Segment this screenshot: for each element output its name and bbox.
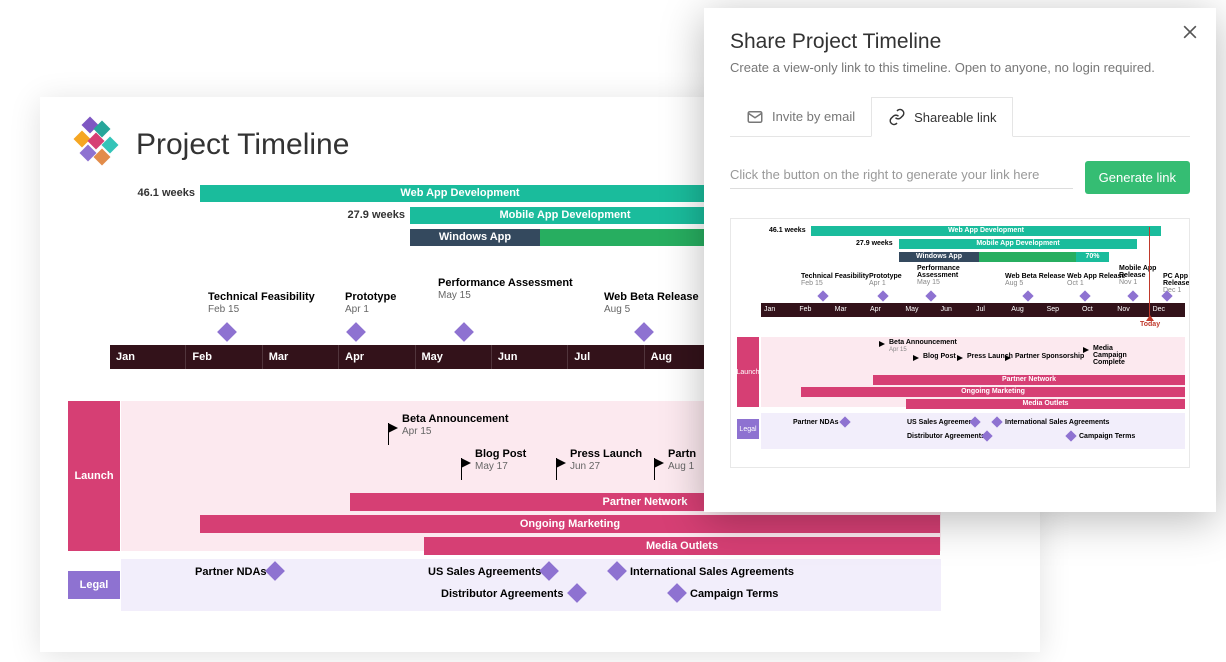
flag-press-launch[interactable]: Press LaunchJun 27 — [570, 448, 642, 472]
bar-windows-label[interactable]: Windows App Development — [410, 229, 540, 246]
legal-intl-sales[interactable]: International Sales Agreements — [630, 566, 794, 578]
legal-partner-ndas[interactable]: Partner NDAs — [195, 566, 267, 578]
diamond-icon[interactable] — [346, 322, 366, 342]
bar-mobile[interactable]: Mobile App Development — [410, 207, 720, 224]
preview-bar-web: Web App Development — [811, 226, 1161, 236]
diamond-icon[interactable] — [217, 322, 237, 342]
preview-flag-1: Beta Announcement — [889, 339, 957, 346]
lane-launch[interactable]: Launch — [68, 401, 120, 551]
preview-strip-3: Media Outlets — [906, 399, 1185, 409]
milestone-technical: Technical FeasibilityFeb 15 — [208, 291, 358, 315]
link-row: Click the button on the right to generat… — [730, 161, 1190, 194]
preview-lane-launch: Launch — [737, 337, 759, 407]
month-axis: JanFebMarAprMayJunJulAug — [110, 345, 720, 369]
link-icon — [888, 108, 906, 126]
mail-icon — [746, 108, 764, 126]
legal-distributor[interactable]: Distributor Agreements — [441, 588, 563, 600]
lane-legal[interactable]: Legal — [68, 571, 120, 599]
preview-legal-3: International Sales Agreements — [1005, 419, 1109, 426]
preview-dur-mobile: 27.9 weeks — [856, 240, 893, 247]
preview-axis: JanFebMarAprMayJunJulAugSepOctNovDec — [761, 303, 1185, 317]
preview-legal-4: Distributor Agreements — [907, 433, 985, 440]
flag-partner-sponsor[interactable]: PartnAug 1 — [668, 448, 696, 472]
modal-tabs: Invite by email Shareable link — [730, 97, 1190, 137]
close-button[interactable] — [1180, 22, 1200, 47]
preview-dur-web: 46.1 weeks — [769, 227, 806, 234]
preview-bar-winpct: 70% — [1076, 252, 1109, 262]
preview-legal-1: Partner NDAs — [793, 419, 839, 426]
strip-media-outlets[interactable]: Media Outlets — [424, 537, 940, 555]
preview-today-label: Today — [1140, 321, 1160, 328]
duration-mobile: 27.9 weeks — [345, 209, 405, 221]
preview-mile-3: Performance AssessmentMay 15 — [917, 265, 967, 286]
link-placeholder: Click the button on the right to generat… — [730, 167, 1073, 189]
share-modal: Share Project Timeline Create a view-onl… — [704, 8, 1216, 512]
modal-title: Share Project Timeline — [730, 30, 1190, 54]
preview-flag-5: Media Campaign Complete — [1093, 345, 1148, 366]
duration-web: 46.1 weeks — [135, 187, 195, 199]
preview-legal-2: US Sales Agreements — [907, 419, 979, 426]
preview-today-line — [1149, 227, 1150, 317]
preview-mile-5: Web App ReleaseOct 1 — [1067, 273, 1125, 287]
logo-icon — [70, 119, 122, 171]
preview-strip-1: Partner Network — [873, 375, 1185, 385]
preview-legal-5: Campaign Terms — [1079, 433, 1135, 440]
tab-shareable-link[interactable]: Shareable link — [871, 97, 1013, 137]
preview-bar-windows: Windows App Development — [899, 252, 979, 262]
preview-lane-legal: Legal — [737, 419, 759, 439]
legal-campaign-terms[interactable]: Campaign Terms — [690, 588, 778, 600]
preview-flag-2: Blog Post — [923, 353, 956, 360]
tab-invite-email[interactable]: Invite by email — [730, 97, 871, 136]
diamond-icon[interactable] — [634, 322, 654, 342]
flag-beta-announce[interactable]: Beta AnnouncementApr 15 — [402, 413, 509, 437]
bar-windows-progress[interactable] — [540, 229, 720, 246]
preview-mile-1: Technical FeasibilityFeb 15 — [801, 273, 869, 287]
modal-subtitle: Create a view-only link to this timeline… — [730, 60, 1190, 75]
preview-mile-2: PrototypeApr 1 — [869, 273, 902, 287]
close-icon — [1180, 22, 1200, 42]
preview-strip-2: Ongoing Marketing — [801, 387, 1185, 397]
timeline-preview: 46.1 weeks Web App Development 27.9 week… — [730, 218, 1190, 468]
milestone-performance: Performance AssessmentMay 15 — [438, 277, 588, 301]
preview-mile-4: Web Beta ReleaseAug 5 — [1005, 273, 1065, 287]
diamond-icon[interactable] — [454, 322, 474, 342]
preview-flag-4: Partner Sponsorship — [1015, 353, 1084, 360]
bar-web[interactable]: Web App Development — [200, 185, 720, 202]
generate-link-button[interactable]: Generate link — [1085, 161, 1190, 194]
legal-us-sales[interactable]: US Sales Agreements — [428, 566, 541, 578]
page-title: Project Timeline — [136, 128, 349, 162]
strip-ongoing-marketing[interactable]: Ongoing Marketing — [200, 515, 940, 533]
preview-bar-mobile: Mobile App Development — [899, 239, 1137, 249]
flag-blog-post[interactable]: Blog PostMay 17 — [475, 448, 526, 472]
